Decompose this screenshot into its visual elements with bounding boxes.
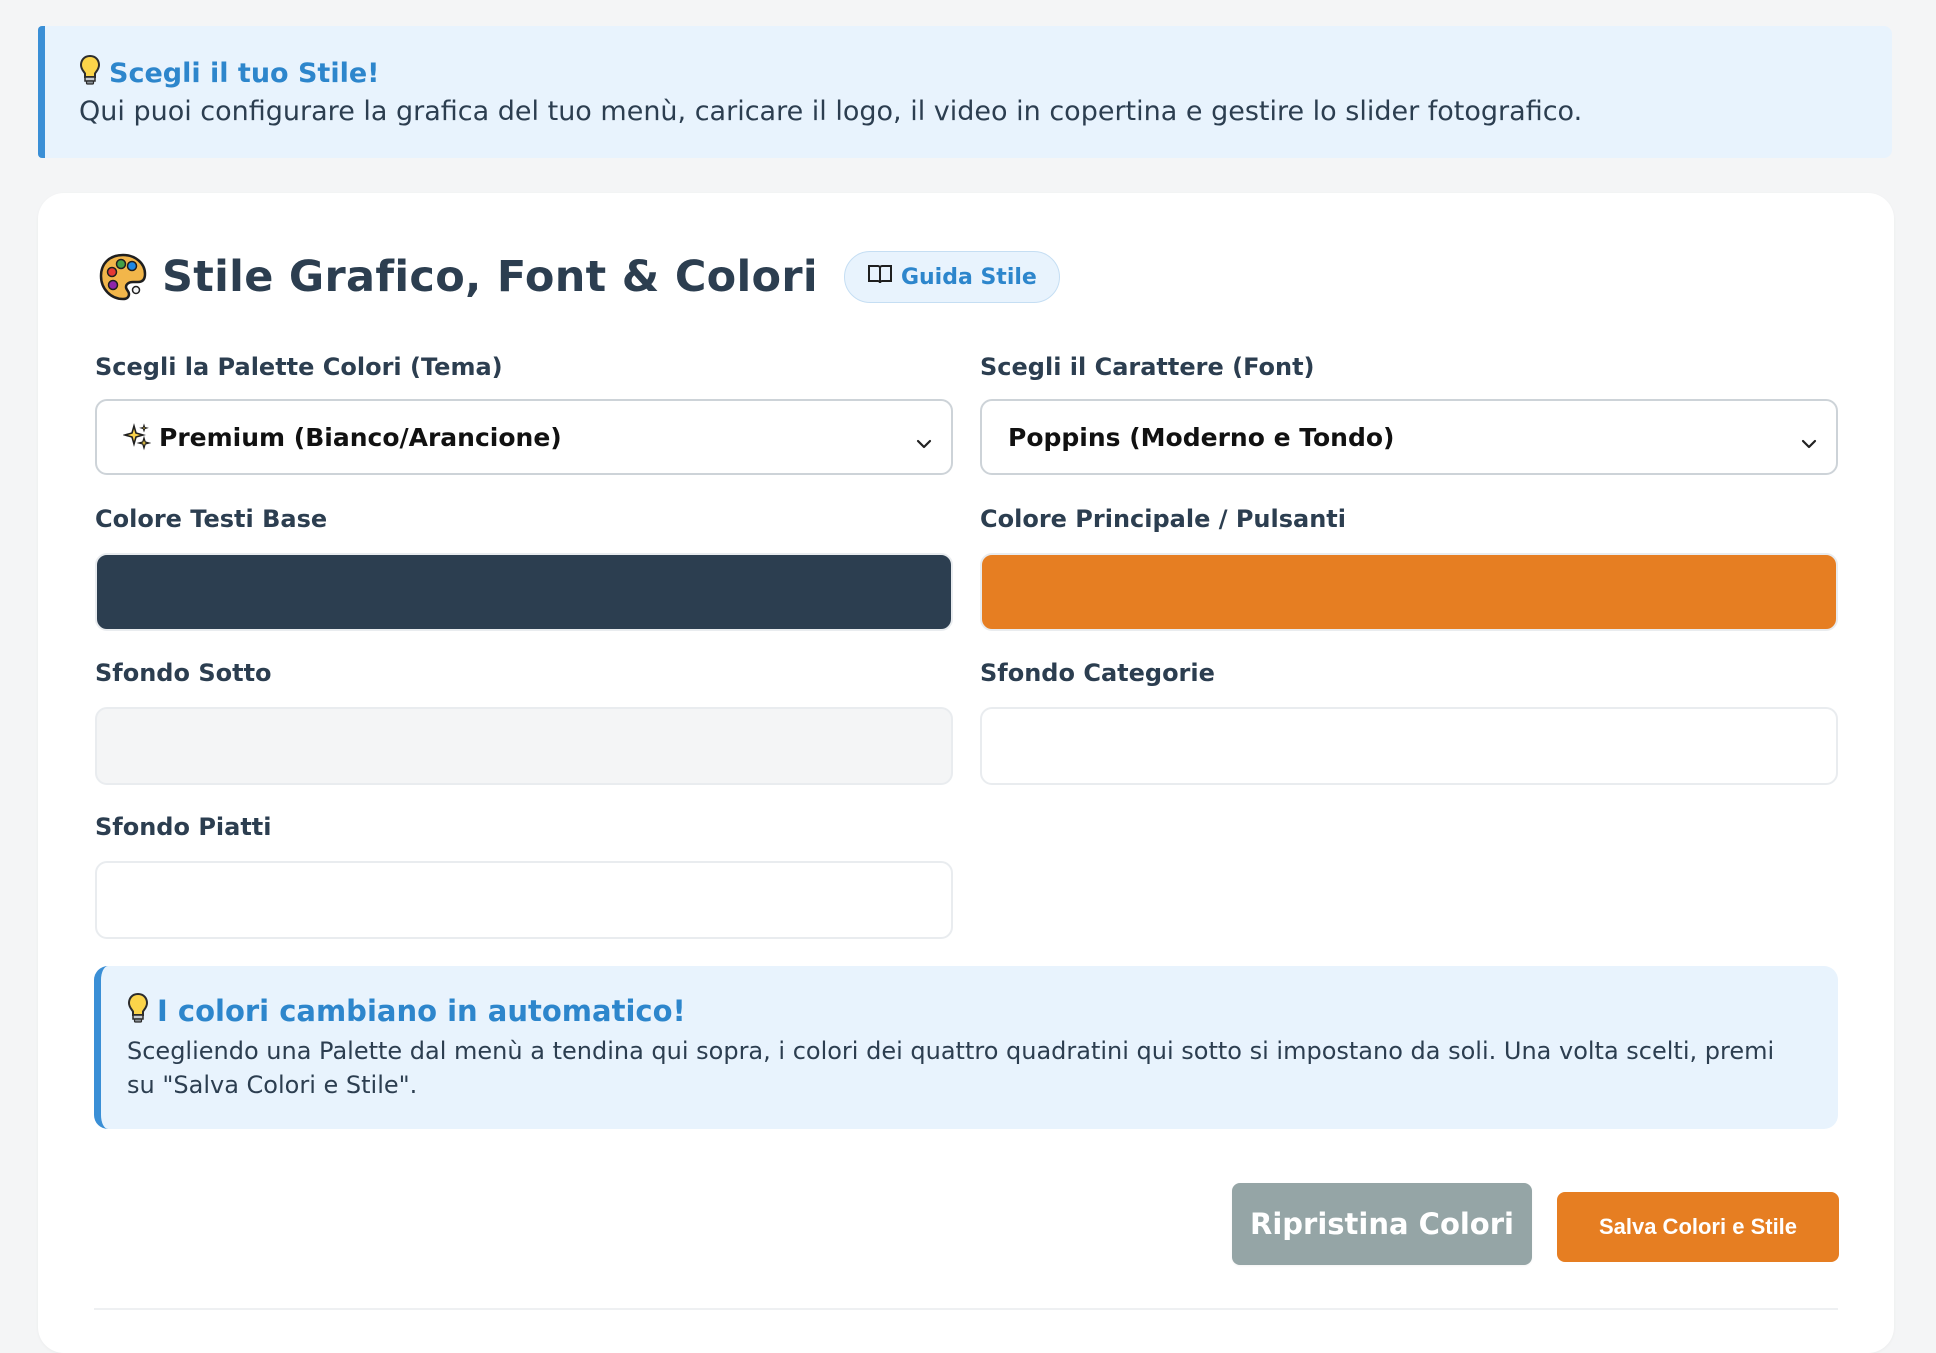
text-color-picker[interactable] <box>95 553 953 631</box>
palette-select-value: Premium (Bianco/Arancione) <box>159 422 562 452</box>
primary-color-label: Colore Principale / Pulsanti <box>980 505 1346 533</box>
auto-colors-tip: I colori cambiano in automatico! Sceglie… <box>94 966 1838 1129</box>
info-banner: Scegli il tuo Stile! Qui puoi configurar… <box>38 26 1892 158</box>
tip-title-row: I colori cambiano in automatico! <box>127 992 1798 1030</box>
style-card: Stile Grafico, Font & Colori Guida Stile… <box>38 193 1894 1353</box>
font-select-value: Poppins (Moderno e Tondo) <box>1008 422 1395 452</box>
tip-text: Scegliendo una Palette dal menù a tendin… <box>127 1037 1775 1099</box>
guide-style-button[interactable]: Guida Stile <box>843 251 1060 303</box>
divider <box>94 1308 1838 1310</box>
bg-dishes-label: Sfondo Piatti <box>95 813 272 841</box>
guide-style-label: Guida Stile <box>900 264 1037 290</box>
chevron-down-icon <box>1800 427 1818 456</box>
tip-title: I colori cambiano in automatico! <box>157 994 686 1028</box>
font-select[interactable]: Poppins (Moderno e Tondo) <box>980 399 1838 475</box>
primary-color-picker[interactable] <box>980 553 1838 631</box>
palette-label: Scegli la Palette Colori (Tema) <box>95 353 503 381</box>
reset-colors-button[interactable]: Ripristina Colori <box>1232 1183 1532 1265</box>
text-color-label: Colore Testi Base <box>95 505 328 533</box>
palette-select[interactable]: Premium (Bianco/Arancione) <box>95 399 953 475</box>
bg-categories-color-picker[interactable] <box>980 707 1838 785</box>
card-header: Stile Grafico, Font & Colori Guida Stile <box>98 251 1060 303</box>
bg-categories-label: Sfondo Categorie <box>980 659 1215 687</box>
banner-title-row: Scegli il tuo Stile! <box>79 54 1892 92</box>
banner-text: Qui puoi configurare la grafica del tuo … <box>79 96 1583 127</box>
lightbulb-icon <box>79 54 101 93</box>
bg-bottom-label: Sfondo Sotto <box>95 659 272 687</box>
chevron-down-icon <box>915 427 933 456</box>
sparkles-icon <box>123 423 151 451</box>
bg-dishes-color-picker[interactable] <box>95 861 953 939</box>
bg-bottom-color-picker[interactable] <box>95 707 953 785</box>
banner-title: Scegli il tuo Stile! <box>109 57 380 89</box>
lightbulb-icon <box>127 992 149 1031</box>
page-title: Stile Grafico, Font & Colori <box>162 252 818 302</box>
save-style-button[interactable]: Salva Colori e Stile <box>1557 1192 1839 1262</box>
font-label: Scegli il Carattere (Font) <box>980 353 1315 381</box>
palette-icon <box>98 252 148 302</box>
book-icon <box>867 263 893 291</box>
